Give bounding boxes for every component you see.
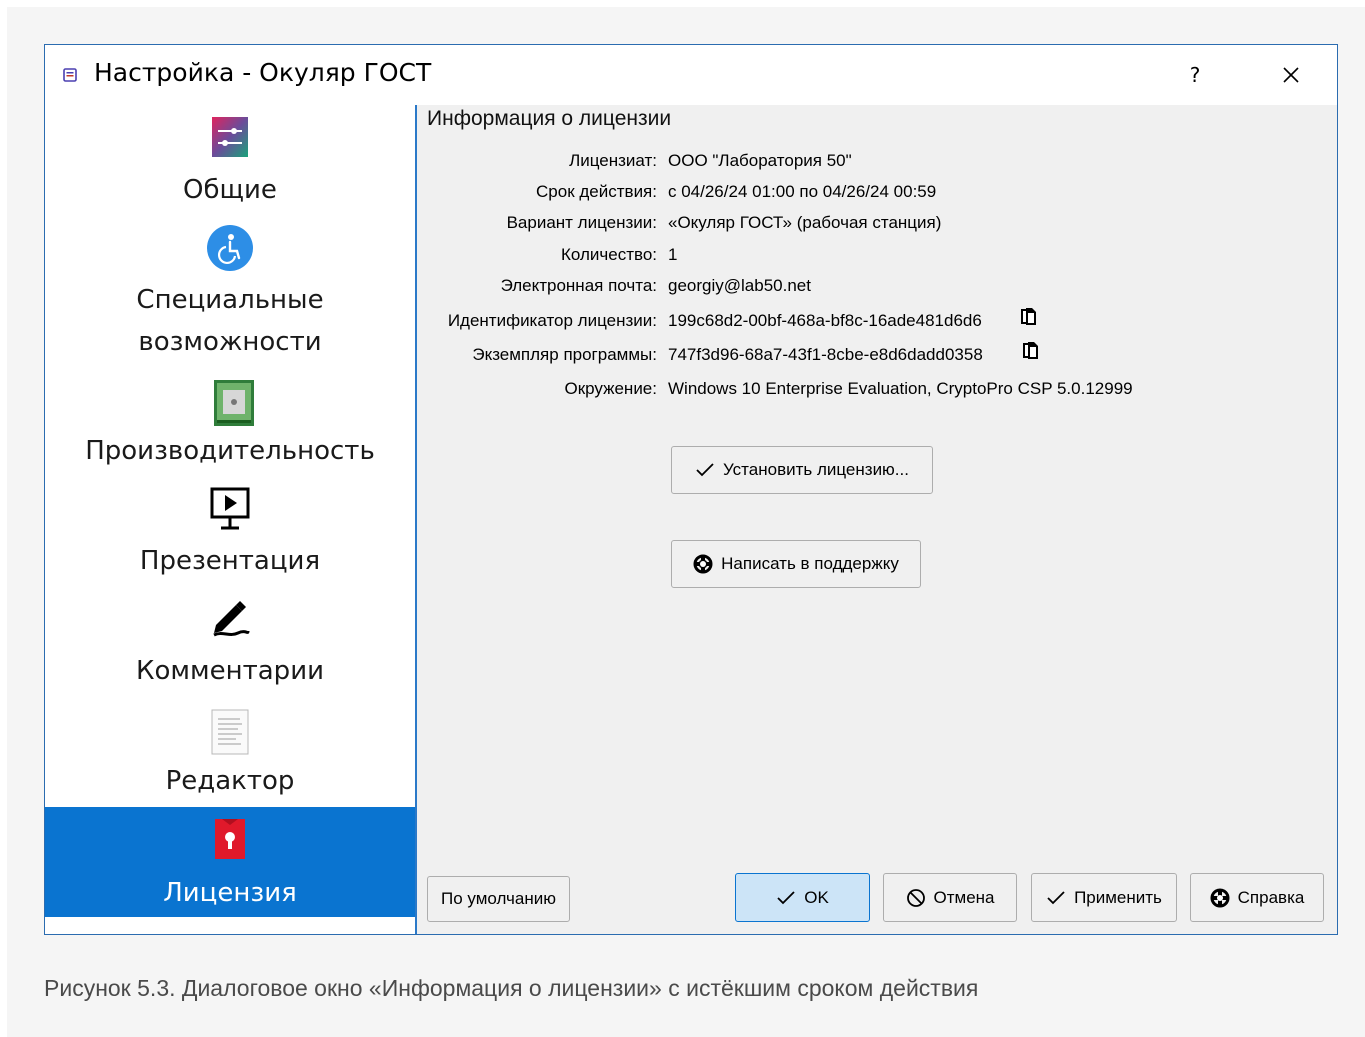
document-icon — [211, 709, 249, 755]
license-row: Вариант лицензии: «Окуляр ГОСТ» (рабочая… — [417, 213, 1337, 239]
accessibility-icon — [207, 225, 253, 271]
apply-button[interactable]: Применить — [1031, 873, 1177, 922]
validity-label: Срок действия: — [536, 182, 657, 201]
ok-label: OK — [804, 887, 829, 907]
copy-icon[interactable] — [1022, 341, 1040, 361]
pen-icon — [213, 601, 250, 637]
cancel-icon — [906, 888, 926, 908]
license-row: Экземпляр программы: 747f3d96-68a7-43f1-… — [417, 342, 1337, 371]
environment-label: Окружение: — [564, 379, 657, 398]
license-row: Количество: 1 — [417, 245, 1337, 271]
help-title-button[interactable]: ? — [1173, 57, 1217, 93]
sidebar-item-editor[interactable]: Редактор — [45, 695, 415, 805]
contact-support-button[interactable]: Написать в поддержку — [671, 540, 921, 588]
checkmark-icon — [1046, 890, 1066, 906]
cancel-label: Отмена — [933, 887, 995, 907]
defaults-button[interactable]: По умолчанию — [427, 876, 570, 922]
close-icon[interactable] — [1267, 57, 1315, 93]
license-row: Идентификатор лицензии: 199c68d2-00bf-46… — [417, 308, 1337, 337]
sidebar-item-label: Лицензия — [163, 878, 297, 908]
environment-value: Windows 10 Enterprise Evaluation, Crypto… — [668, 379, 1133, 398]
license-panel: Информация о лицензии Лицензиат: ООО "Ла… — [417, 105, 1337, 934]
help-label: Справка — [1237, 887, 1305, 907]
license-variant-label: Вариант лицензии: — [506, 213, 657, 232]
license-row: Окружение: Windows 10 Enterprise Evaluat… — [417, 379, 1337, 405]
checkmark-icon — [695, 462, 715, 478]
install-license-label: Установить лицензию... — [723, 460, 909, 479]
help-button[interactable]: Справка — [1190, 873, 1324, 922]
license-icon — [215, 819, 245, 859]
settings-sidebar: Общие Специальные возможности Производит… — [45, 105, 415, 934]
validity-value: с 04/26/24 01:00 по 04/26/24 00:59 — [668, 182, 937, 201]
quantity-value: 1 — [668, 245, 678, 264]
cancel-button[interactable]: Отмена — [883, 873, 1017, 922]
quantity-label: Количество: — [560, 245, 657, 264]
program-instance-label: Экземпляр программы: — [472, 345, 657, 364]
ok-button[interactable]: OK — [735, 873, 870, 922]
section-title: Информация о лицензии — [427, 107, 672, 130]
program-instance-value: 747f3d96-68a7-43f1-8cbe-e8d6dadd0358 — [668, 345, 983, 364]
title-bar: Настройка - Окуляр ГОСТ ? — [45, 45, 1337, 105]
lifebuoy-icon — [693, 554, 713, 574]
sidebar-item-label: Специальные — [136, 285, 324, 315]
defaults-label: По умолчанию — [441, 889, 556, 908]
license-row: Лицензиат: ООО "Лаборатория 50" — [417, 151, 1337, 177]
email-value: georgiy@lab50.net — [668, 276, 811, 295]
sidebar-item-general[interactable]: Общие — [45, 105, 415, 215]
licensee-value: ООО "Лаборатория 50" — [668, 151, 852, 170]
presentation-icon — [210, 487, 250, 530]
window-title: Настройка - Окуляр ГОСТ — [94, 58, 432, 87]
sidebar-item-label: Общие — [183, 175, 277, 205]
apply-label: Применить — [1074, 887, 1162, 907]
sidebar-item-label-line2: возможности — [138, 327, 322, 357]
sidebar-item-performance[interactable]: Производительность — [45, 365, 415, 475]
license-id-value: 199c68d2-00bf-468a-bf8c-16ade481d6d6 — [668, 311, 982, 330]
figure-caption: Рисунок 5.3. Диалоговое окно «Информация… — [44, 975, 979, 1001]
settings-sliders-icon — [212, 117, 248, 157]
install-license-button[interactable]: Установить лицензию... — [671, 446, 933, 494]
license-variant-value: «Окуляр ГОСТ» (рабочая станция) — [668, 213, 942, 232]
settings-dialog: Настройка - Окуляр ГОСТ ? Общие Специаль… — [44, 44, 1338, 935]
contact-support-label: Написать в поддержку — [721, 554, 899, 573]
sidebar-item-accessibility[interactable]: Специальные возможности — [45, 215, 415, 365]
license-row: Срок действия: с 04/26/24 01:00 по 04/26… — [417, 182, 1337, 208]
app-icon — [63, 68, 77, 82]
sidebar-item-label: Редактор — [165, 766, 295, 796]
copy-icon[interactable] — [1020, 307, 1038, 327]
lifebuoy-icon — [1210, 888, 1230, 908]
email-label: Электронная почта: — [500, 276, 657, 295]
licensee-label: Лицензиат: — [569, 151, 657, 170]
sidebar-item-annotations[interactable]: Комментарии — [45, 585, 415, 695]
sidebar-item-label: Производительность — [85, 436, 375, 466]
sidebar-item-label: Презентация — [139, 546, 321, 576]
performance-chip-icon — [214, 380, 254, 426]
sidebar-item-presentation[interactable]: Презентация — [45, 475, 415, 585]
license-id-label: Идентификатор лицензии: — [447, 311, 657, 330]
checkmark-icon — [776, 890, 796, 906]
sidebar-item-license[interactable]: Лицензия — [45, 807, 415, 917]
license-row: Электронная почта: georgiy@lab50.net — [417, 276, 1337, 302]
sidebar-item-label: Комментарии — [136, 656, 324, 686]
